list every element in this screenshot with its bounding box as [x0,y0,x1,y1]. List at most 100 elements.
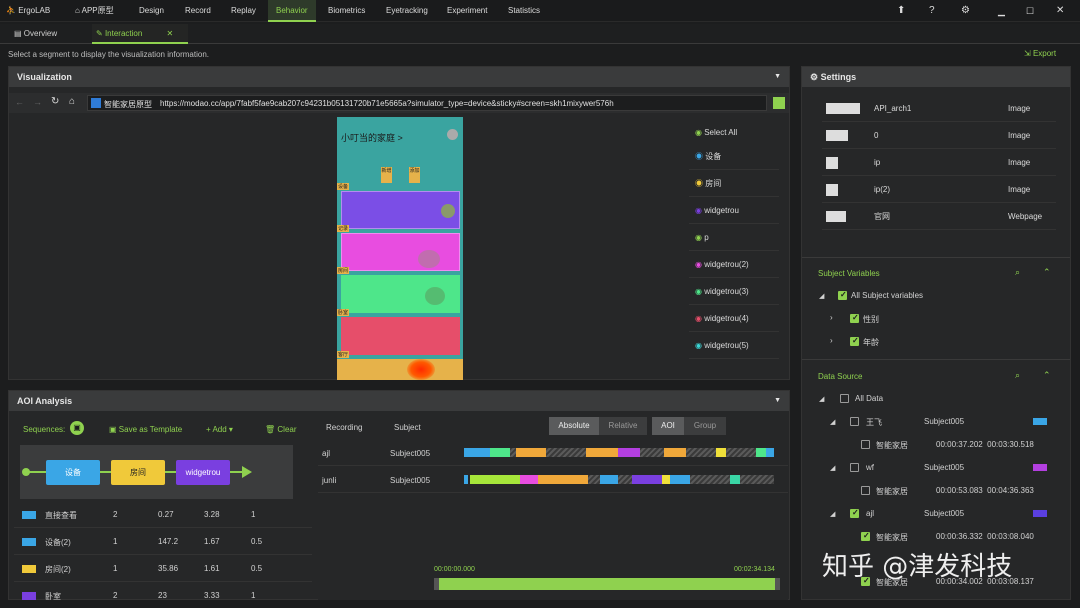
lock-icon[interactable]: ▣ [70,421,84,435]
eye-icon[interactable]: ◉ [695,287,702,296]
aoi-segment[interactable] [600,475,618,484]
nav-statistics[interactable]: Statistics [508,0,540,22]
all-data-checkbox[interactable] [840,394,849,403]
recording-checkbox[interactable] [850,508,859,518]
aoi-segment[interactable] [716,448,726,457]
aoi-segment[interactable] [632,475,662,484]
eye-icon[interactable]: ◉ [695,233,702,242]
stimulus-row[interactable]: ip(2) Image [822,176,1056,203]
aoi-segment[interactable] [766,448,774,457]
aoi-item[interactable]: ◉ widgetrou(2) [689,251,779,278]
aoi-segment[interactable] [490,448,510,457]
expand-icon[interactable]: ◢ [819,395,824,403]
expand-icon[interactable]: ◢ [830,510,835,518]
sequence-node[interactable]: 房间 [111,460,165,485]
close-icon[interactable]: ✕ [1056,0,1064,22]
aoi-segment[interactable] [520,475,538,484]
range-handle-start[interactable] [434,578,439,590]
upload-icon[interactable]: ⬆ [897,0,905,22]
table-row[interactable]: 卧室 2 23 3.33 1 [14,583,312,608]
color-swatch[interactable] [1033,464,1047,471]
table-row[interactable]: 直接查看 2 0.27 3.28 1 [14,502,312,528]
aoi-select-all[interactable]: ◉ Select All [689,123,779,143]
chevron-right-icon[interactable]: › [830,336,833,345]
eye-icon[interactable]: ◉ [695,128,702,137]
aoi-segment[interactable] [538,475,588,484]
aoi-timeline[interactable] [464,475,776,484]
stimulus-row[interactable]: ip Image [822,149,1056,176]
nav-record[interactable]: Record [185,0,211,22]
export-button[interactable]: ⇲ Export [1024,49,1056,58]
aoi-toggle[interactable]: AOI [652,417,684,435]
maximize-icon[interactable]: ☐ [1026,0,1034,22]
nav-experiment[interactable]: Experiment [447,0,487,22]
reload-icon[interactable]: ↻ [51,96,59,107]
minimize-icon[interactable]: ▁ [998,0,1005,22]
close-tab-icon[interactable]: ✕ [167,29,174,38]
group-toggle[interactable]: Group [684,417,726,435]
aoi-segment[interactable] [464,448,490,457]
eye-icon[interactable]: ◉ [695,341,702,350]
save-template-button[interactable]: ▣ Save as Template [109,425,182,434]
eye-icon[interactable]: ◉ [695,179,703,188]
aoi-segment[interactable] [470,475,520,484]
home-icon[interactable]: ⌂ [69,96,75,107]
expand-icon[interactable]: ◢ [819,292,824,300]
aoi-item[interactable]: ◉ p [689,224,779,251]
aoi-item[interactable]: ◉ 设备 [689,143,779,170]
forward-icon[interactable]: → [33,97,42,107]
aoi-segment[interactable] [756,448,766,457]
session-checkbox[interactable] [861,440,870,449]
expand-icon[interactable]: ◢ [830,418,835,426]
sequence-node[interactable]: 设备 [46,460,100,485]
aoi-segment[interactable] [662,475,670,484]
aoi-segment[interactable] [586,448,618,457]
aoi-segment[interactable] [618,448,640,457]
nav-design[interactable]: Design [139,0,164,22]
aoi-item[interactable]: ◉ widgetrou(4) [689,305,779,332]
recording-row[interactable]: junli Subject005 [318,467,788,493]
chevron-up-icon[interactable]: ⌃ [1043,267,1051,278]
aoi-item[interactable]: ◉ widgetrou(5) [689,332,779,359]
chevron-down-icon[interactable]: ▼ [774,391,781,411]
eye-icon[interactable]: ◉ [695,206,702,215]
tab-interaction[interactable]: ✎ Interaction ✕ [92,24,188,44]
aoi-segment[interactable] [670,475,690,484]
chevron-up-icon[interactable]: ⌃ [1043,370,1051,381]
recording-checkbox[interactable] [850,417,859,426]
range-handle-end[interactable] [775,578,780,590]
nav-biometrics[interactable]: Biometrics [328,0,365,22]
color-swatch[interactable] [1033,418,1047,425]
nav-eyetracking[interactable]: Eyetracking [386,0,428,22]
clear-button[interactable]: 🗑 Clear [265,425,297,434]
aoi-item[interactable]: ◉ widgetrou(3) [689,278,779,305]
time-range-slider[interactable] [434,578,780,590]
aoi-segment[interactable] [464,475,468,484]
relative-toggle[interactable]: Relative [599,417,647,435]
color-swatch[interactable] [1033,510,1047,517]
absolute-toggle[interactable]: Absolute [549,417,599,435]
aoi-item[interactable]: ◉ 房间 [689,170,779,197]
screenshot-icon[interactable] [773,97,785,109]
chevron-right-icon[interactable]: › [830,313,833,322]
all-subject-variables-checkbox[interactable] [838,290,847,300]
aoi-segment[interactable] [664,448,686,457]
table-row[interactable]: 设备(2) 1 147.2 1.67 0.5 [14,529,312,555]
aoi-item[interactable]: ◉ widgetrou [689,197,779,224]
expand-icon[interactable]: ◢ [830,464,835,472]
stimulus-row[interactable]: 官网 Webpage [822,203,1056,230]
aoi-segment[interactable] [516,448,546,457]
sequence-node[interactable]: widgetrou [176,460,230,485]
eye-icon[interactable]: ◉ [695,152,703,161]
recording-row[interactable]: ajl Subject005 [318,440,788,466]
aoi-timeline[interactable] [464,448,776,457]
session-checkbox[interactable] [861,486,870,495]
nav-behavior[interactable]: Behavior [268,0,316,22]
address-bar[interactable]: 智能家居原型 https://modao.cc/app/7fabf5fae9ca… [87,95,767,111]
tab-overview[interactable]: ▤ Overview [14,24,74,44]
variable-checkbox[interactable] [850,313,859,323]
recording-checkbox[interactable] [850,463,859,472]
nav-replay[interactable]: Replay [231,0,256,22]
variable-checkbox[interactable] [850,336,859,346]
search-icon[interactable]: ⌕ [1015,267,1020,278]
